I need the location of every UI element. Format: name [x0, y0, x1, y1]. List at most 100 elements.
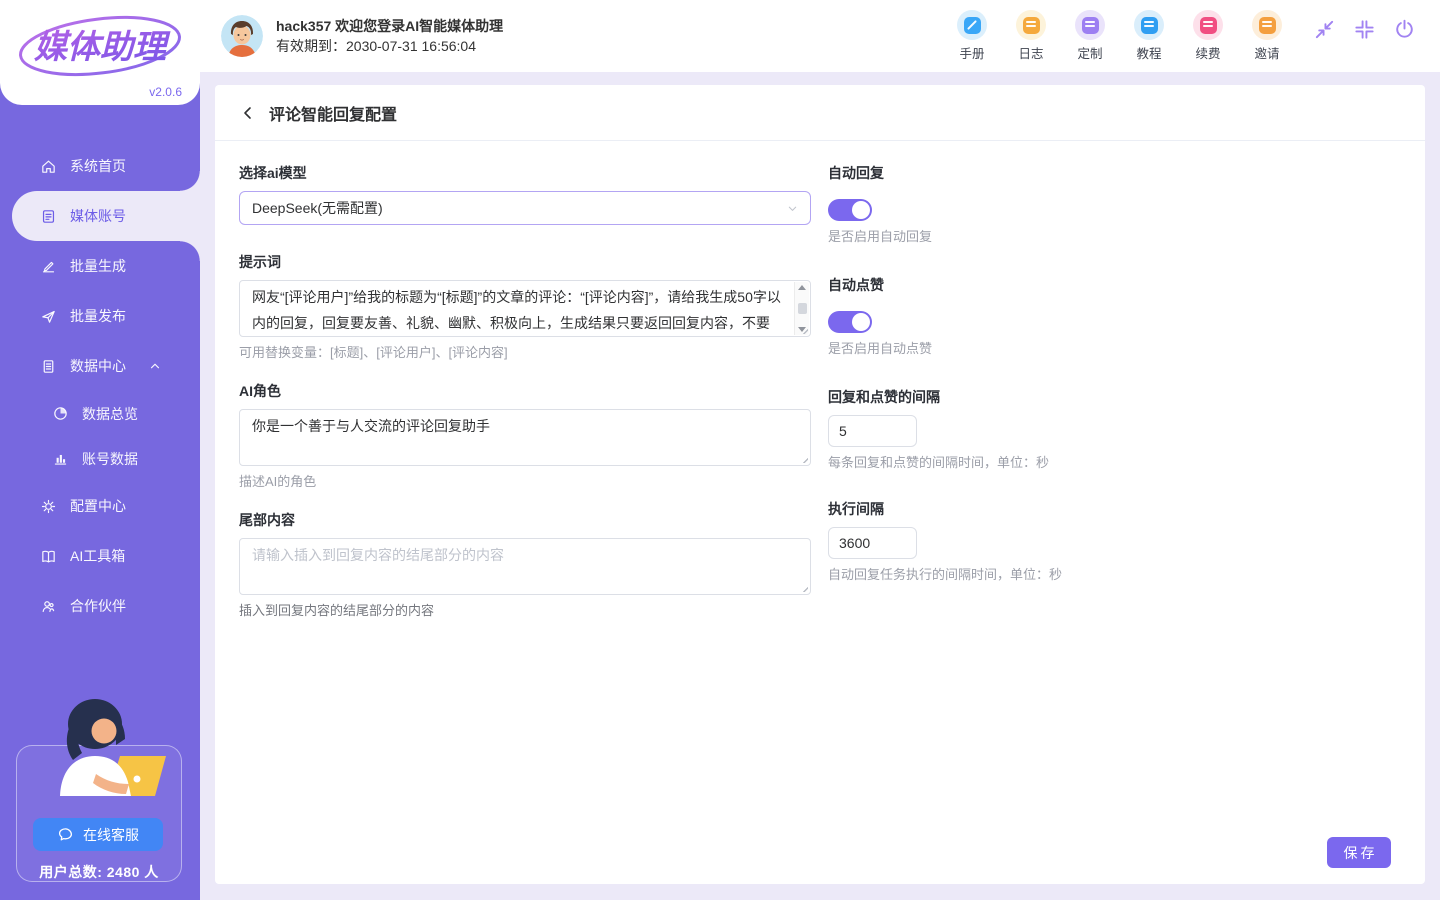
tail-textarea[interactable]: 请输入插入到回复内容的结尾部分的内容 — [239, 538, 811, 595]
sidebar-item-account-data[interactable]: 账号数据 — [0, 436, 200, 481]
prompt-textarea[interactable]: 网友“[评论用户]”给我的标题为“[标题]”的文章的评论：“[评论内容]”，请给… — [239, 280, 811, 337]
sidebar-item-label: AI工具箱 — [70, 546, 125, 566]
auto-like-helper: 是否启用自动点赞 — [828, 338, 1388, 357]
sidebar-item-ai-toolbox[interactable]: AI工具箱 — [0, 531, 200, 581]
bar-chart-icon — [52, 450, 69, 467]
save-button[interactable]: 保存 — [1327, 837, 1391, 868]
role-textarea[interactable]: 你是一个善于与人交流的评论回复助手 — [239, 409, 811, 466]
sidebar-item-label: 媒体账号 — [70, 206, 126, 226]
data-center-icon — [40, 358, 57, 375]
quick-link-label: 手册 — [959, 43, 984, 62]
app-version: v2.0.6 — [149, 85, 182, 99]
invite-icon — [1252, 10, 1282, 40]
scroll-up-icon[interactable] — [798, 285, 806, 290]
sidebar-item-batch-publish[interactable]: 批量发布 — [0, 291, 200, 341]
quick-link-label: 续费 — [1195, 43, 1220, 62]
form-left-column: 选择ai模型 DeepSeek(无需配置) 提示词 网友“[评论用户]”给我的标… — [239, 163, 811, 619]
exec-interval-helper: 自动回复任务执行的间隔时间，单位：秒 — [828, 564, 1388, 583]
user-avatar[interactable] — [221, 15, 263, 57]
sidebar-menu: 系统首页 媒体账号 批量生成 批量发布 数据中心 数据总览 账号数据 — [0, 141, 200, 631]
reply-interval-input[interactable] — [828, 415, 917, 447]
log-icon — [1016, 10, 1046, 40]
quick-links: 手册 日志 定制 教程 续费 邀请 — [954, 10, 1285, 62]
online-support-label: 在线客服 — [83, 825, 139, 845]
window-controls — [1313, 18, 1416, 41]
custom-icon — [1075, 10, 1105, 40]
logo-box: 媒体助理 v2.0.6 — [0, 0, 200, 105]
tutorial-icon — [1134, 10, 1164, 40]
batch-publish-icon — [40, 308, 57, 325]
chat-bubble-icon — [57, 826, 74, 843]
auto-reply-label: 自动回复 — [828, 163, 1388, 183]
reply-interval-helper: 每条回复和点赞的间隔时间，单位：秒 — [828, 452, 1388, 471]
exec-interval-input[interactable] — [828, 527, 917, 559]
sidebar-item-data-center[interactable]: 数据中心 — [0, 341, 200, 391]
model-label: 选择ai模型 — [239, 163, 811, 183]
page-title: 评论智能回复配置 — [269, 101, 397, 125]
back-icon[interactable] — [240, 105, 256, 121]
top-bar: hack357 欢迎您登录AI智能媒体助理 有效期到：2030-07-31 16… — [200, 0, 1440, 72]
ai-model-select[interactable]: DeepSeek(无需配置) — [239, 191, 811, 225]
sidebar-item-batch-generate[interactable]: 批量生成 — [0, 241, 200, 291]
app-logo: 媒体助理 — [15, 6, 185, 84]
batch-generate-icon — [40, 258, 57, 275]
sidebar-item-label: 配置中心 — [70, 496, 126, 516]
sidebar-item-label: 合作伙伴 — [70, 596, 126, 616]
sidebar-item-media-account[interactable]: 媒体账号 — [12, 191, 200, 241]
prompt-helper: 可用替换变量：[标题]、[评论用户]、[评论内容] — [239, 342, 811, 361]
sidebar-item-config-center[interactable]: 配置中心 — [0, 481, 200, 531]
sidebar-item-label: 系统首页 — [70, 156, 126, 176]
chevron-down-icon — [787, 203, 798, 214]
renew-icon — [1193, 10, 1223, 40]
support-illustration — [24, 694, 174, 800]
scroll-thumb[interactable] — [798, 303, 807, 314]
quick-link-invite[interactable]: 邀请 — [1249, 10, 1285, 62]
main-card: 评论智能回复配置 选择ai模型 DeepSeek(无需配置) 提示词 网友“[评… — [215, 85, 1425, 884]
welcome-text: hack357 欢迎您登录AI智能媒体助理 — [276, 17, 503, 36]
quick-link-custom[interactable]: 定制 — [1072, 10, 1108, 62]
exec-interval-label: 执行间隔 — [828, 499, 1388, 519]
sidebar-item-label: 数据总览 — [82, 404, 138, 424]
collapse-arrows-icon[interactable] — [1313, 18, 1336, 41]
welcome-block: hack357 欢迎您登录AI智能媒体助理 有效期到：2030-07-31 16… — [276, 17, 503, 56]
partner-icon — [40, 598, 57, 615]
sidebar-item-label: 批量发布 — [70, 306, 126, 326]
sidebar-item-label: 数据中心 — [70, 356, 126, 376]
compress-icon[interactable] — [1353, 18, 1376, 41]
quick-link-log[interactable]: 日志 — [1013, 10, 1049, 62]
auto-reply-toggle[interactable] — [828, 199, 872, 221]
auto-like-label: 自动点赞 — [828, 275, 1388, 295]
role-helper: 描述AI的角色 — [239, 471, 811, 490]
role-label: AI角色 — [239, 381, 811, 401]
quick-link-label: 教程 — [1136, 43, 1161, 62]
home-icon — [40, 158, 57, 175]
media-account-icon — [40, 208, 57, 225]
expiry-text: 有效期到：2030-07-31 16:56:04 — [276, 36, 503, 56]
sidebar: 系统首页 媒体账号 批量生成 批量发布 数据中心 数据总览 账号数据 — [0, 0, 200, 900]
quick-link-label: 邀请 — [1254, 43, 1279, 62]
tail-label: 尾部内容 — [239, 510, 811, 530]
tail-helper: 插入到回复内容的结尾部分的内容 — [239, 600, 811, 619]
quick-link-label: 定制 — [1077, 43, 1102, 62]
pie-chart-icon — [52, 405, 69, 422]
sidebar-item-data-overview[interactable]: 数据总览 — [0, 391, 200, 436]
avatar-image — [221, 15, 263, 57]
card-header: 评论智能回复配置 — [215, 85, 1425, 141]
auto-like-toggle[interactable] — [828, 311, 872, 333]
prompt-label: 提示词 — [239, 252, 811, 272]
tail-placeholder: 请输入插入到回复内容的结尾部分的内容 — [240, 539, 810, 594]
online-support-button[interactable]: 在线客服 — [33, 818, 163, 851]
quick-link-tutorial[interactable]: 教程 — [1131, 10, 1167, 62]
role-text: 你是一个善于与人交流的评论回复助手 — [240, 410, 810, 465]
auto-reply-helper: 是否启用自动回复 — [828, 226, 1388, 245]
svg-text:媒体助理: 媒体助理 — [34, 28, 171, 65]
quick-link-label: 日志 — [1018, 43, 1043, 62]
manual-icon — [957, 10, 987, 40]
quick-link-manual[interactable]: 手册 — [954, 10, 990, 62]
sidebar-item-label: 账号数据 — [82, 449, 138, 469]
prompt-text: 网友“[评论用户]”给我的标题为“[标题]”的文章的评论：“[评论内容]”，请给… — [240, 281, 810, 336]
quick-link-renew[interactable]: 续费 — [1190, 10, 1226, 62]
sidebar-item-partners[interactable]: 合作伙伴 — [0, 581, 200, 631]
power-icon[interactable] — [1393, 18, 1416, 41]
sidebar-item-home[interactable]: 系统首页 — [0, 141, 200, 191]
